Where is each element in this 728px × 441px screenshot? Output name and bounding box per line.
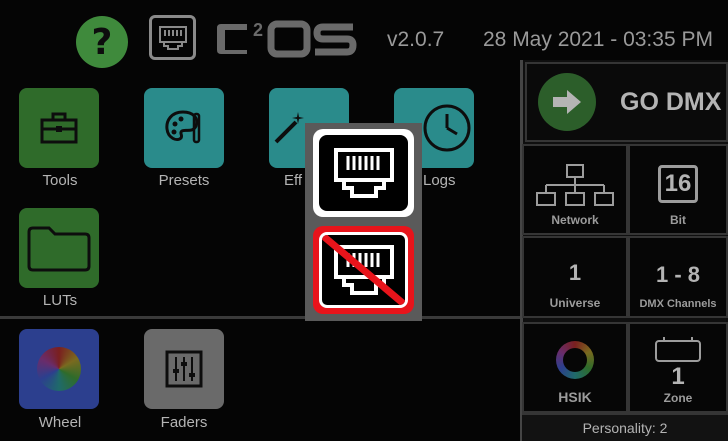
c2os-logo: 2 [217, 20, 357, 58]
bit-depth-cell[interactable]: 16 Bit [628, 144, 728, 235]
app-wheel-tile[interactable] [19, 329, 99, 409]
ethernet-enabled-icon [333, 148, 394, 198]
ethernet-enable-option[interactable] [313, 129, 414, 217]
network-mode-popup [305, 123, 422, 321]
bit-depth-box: 16 [658, 165, 698, 203]
network-label: Network [551, 213, 599, 227]
zone-value: 1 [671, 363, 685, 390]
mode-cell[interactable]: HSIK [522, 322, 628, 413]
help-button[interactable]: ? [76, 16, 128, 68]
faders-icon [165, 350, 203, 388]
universe-cell[interactable]: 1 Universe [522, 236, 628, 318]
palette-icon [165, 110, 201, 144]
app-tools-tile[interactable] [19, 88, 99, 168]
app-luts-label: LUTs [42, 292, 78, 309]
app-faders-label: Faders [160, 414, 208, 431]
app-effects-label: Eff [284, 172, 303, 189]
go-dmx-button[interactable]: GO DMX [525, 62, 728, 142]
network-topology-icon [536, 164, 614, 206]
universe-label: Universe [549, 296, 601, 310]
app-faders-tile[interactable] [144, 329, 224, 409]
network-status-button[interactable] [149, 15, 196, 60]
bit-depth-label: Bit [670, 213, 686, 227]
magic-wand-icon [274, 112, 304, 144]
clock-icon [423, 104, 471, 152]
app-wheel-label: Wheel [38, 414, 82, 431]
universe-value: 1 [568, 260, 582, 285]
question-mark-icon: ? [91, 21, 113, 63]
dmx-channels-label: DMX Channels [639, 298, 717, 310]
mode-label: HSIK [558, 389, 592, 405]
zone-label: Zone [663, 391, 693, 405]
light-panel-icon [655, 337, 701, 362]
dmx-channels-cell[interactable]: 1 - 8 DMX Channels [628, 236, 728, 318]
date-time: 28 May 2021 - 03:35 PM [483, 28, 713, 51]
hsik-ring-icon [556, 341, 594, 379]
app-presets-tile[interactable] [144, 88, 224, 168]
arrow-right-icon [538, 73, 596, 131]
ethernet-disable-option[interactable] [313, 226, 414, 314]
color-wheel-icon [37, 347, 81, 391]
zone-cell[interactable]: 1 Zone [628, 322, 728, 413]
go-dmx-label: GO DMX [620, 87, 722, 116]
dmx-channels-value: 1 - 8 [655, 262, 701, 287]
app-luts-tile[interactable] [19, 208, 99, 288]
firmware-version: v2.0.7 [387, 28, 445, 51]
ethernet-port-icon [158, 25, 187, 50]
app-presets-label: Presets [158, 172, 210, 189]
disabled-slash-icon [322, 235, 405, 305]
app-tools-label: Tools [42, 172, 78, 189]
network-cell[interactable]: Network [522, 144, 628, 235]
bit-depth-value: 16 [664, 170, 692, 197]
svg-text:2: 2 [253, 20, 263, 40]
toolbox-icon [40, 112, 78, 144]
app-logs-label: Logs [423, 172, 456, 189]
personality-bar[interactable]: Personality: 2 [522, 413, 728, 441]
folder-icon [27, 226, 91, 272]
section-divider [0, 316, 522, 319]
